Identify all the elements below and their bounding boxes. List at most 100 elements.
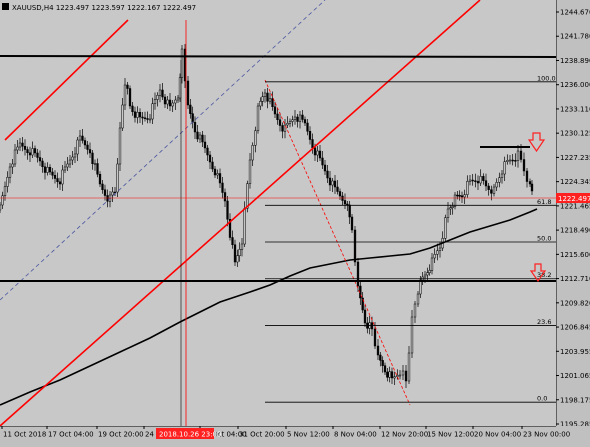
candle-body xyxy=(404,370,408,382)
candle-body xyxy=(191,113,194,123)
candle-body xyxy=(522,159,526,172)
candle-body xyxy=(33,148,37,154)
candle-body xyxy=(288,121,292,124)
time-tick-label: 5 Nov 12:00 xyxy=(287,431,330,439)
candle-body xyxy=(161,89,164,98)
chart-window[interactable]: 100.0 61.8 50.0 38.2 23.6 0.0 XAUUSD,H4 1223.… xyxy=(0,0,590,443)
candle-body xyxy=(56,178,59,182)
candle-body xyxy=(193,122,197,133)
candle-body xyxy=(189,104,192,114)
candle-body xyxy=(259,101,262,107)
candle-body xyxy=(138,112,142,118)
candle-body xyxy=(153,99,157,104)
candle-body xyxy=(458,195,461,197)
candle-body xyxy=(23,146,27,150)
candle-body xyxy=(516,150,520,161)
candle-body xyxy=(126,84,129,89)
candle-body xyxy=(136,112,139,118)
candle-body xyxy=(58,181,62,185)
time-tick-label: 17 Oct 04:00 xyxy=(48,431,94,439)
current-price-tag: 1222.497 xyxy=(556,193,590,203)
symbol-menu-icon[interactable] xyxy=(2,3,9,10)
candle-body xyxy=(316,150,319,156)
price-tick-label: 1241.780 xyxy=(560,33,590,41)
candle-body xyxy=(343,200,347,205)
candle-body xyxy=(323,164,327,172)
time-axis[interactable]: 11 Oct 201817 Oct 04:0019 Oct 20:0024 Oc… xyxy=(0,425,590,443)
price-tick-label: 1209.820 xyxy=(560,299,590,307)
candle-body xyxy=(428,270,431,273)
candle-body xyxy=(273,106,277,115)
candle-body xyxy=(407,352,411,382)
candle-body xyxy=(379,354,382,361)
candle-body xyxy=(466,181,469,195)
candle-body xyxy=(81,135,84,141)
price-tick-label: 1230.125 xyxy=(560,130,590,138)
fib-level-label: 61.8 xyxy=(537,198,551,206)
candle-body xyxy=(514,160,517,162)
candle-body xyxy=(293,116,297,120)
candle-body xyxy=(500,173,504,178)
candle-body xyxy=(53,175,57,179)
candle-body xyxy=(301,114,304,120)
candle-body xyxy=(76,139,79,155)
candle-body xyxy=(263,92,267,97)
candle-body xyxy=(103,189,107,196)
candle-body xyxy=(456,194,459,197)
candle-body xyxy=(528,181,532,185)
candle-body xyxy=(123,84,127,106)
candle-body xyxy=(356,261,360,287)
time-tick-label: 20 Nov 04:00 xyxy=(474,431,521,439)
candle-body xyxy=(211,161,214,170)
price-tick-label: 1203.955 xyxy=(560,348,590,356)
candle-body xyxy=(223,192,227,202)
candle-body xyxy=(350,216,354,231)
fib-level-label: 100.0 xyxy=(537,74,556,82)
candle-body xyxy=(508,159,512,162)
candle-body xyxy=(248,159,252,184)
candle-body xyxy=(243,208,246,245)
candle-body xyxy=(13,149,17,165)
fib-level-label: 50.0 xyxy=(537,235,551,243)
candle-body xyxy=(63,166,67,171)
candle-body xyxy=(36,152,39,158)
candle-body xyxy=(503,161,506,175)
candle-body xyxy=(98,174,102,185)
candle-body xyxy=(73,153,77,158)
candle-body xyxy=(186,80,190,106)
candle-body xyxy=(48,167,52,173)
price-tick-label: 1244.670 xyxy=(560,9,590,17)
candle-body xyxy=(240,243,244,250)
candle-body xyxy=(506,160,509,162)
candle-body xyxy=(338,191,342,197)
price-axis[interactable]: 1244.670 1241.780 1238.890 1236.000 1233.110… xyxy=(555,0,590,429)
candle-body xyxy=(148,118,152,121)
time-tick-label: 15 Nov 12:00 xyxy=(427,431,474,439)
candle-body xyxy=(492,186,496,194)
candle-body xyxy=(16,146,19,151)
candle-body xyxy=(143,117,147,119)
candle-body xyxy=(487,185,490,190)
candle-body xyxy=(88,149,92,154)
candle-body xyxy=(176,97,180,101)
candle-body xyxy=(0,204,2,211)
candle-body xyxy=(93,163,97,165)
price-tick-label: 1198.175 xyxy=(560,396,590,404)
candle-body xyxy=(313,147,317,156)
candle-body xyxy=(451,206,454,208)
candle-body xyxy=(482,176,485,181)
candle-body xyxy=(438,247,442,251)
time-tick-label: 31 Oct 20:00 xyxy=(239,431,285,439)
candle-body xyxy=(370,322,374,330)
candle-body xyxy=(433,254,436,259)
moving-average-line xyxy=(0,208,538,406)
candle-body xyxy=(51,171,54,176)
candle-body xyxy=(353,229,357,263)
candle-body xyxy=(453,194,457,207)
candle-body xyxy=(386,371,389,378)
candle-body xyxy=(348,204,351,218)
price-plot-area[interactable]: 100.0 61.8 50.0 38.2 23.6 0.0 XAUUSD,H4 1223.… xyxy=(0,0,556,426)
candlestick-series xyxy=(0,44,534,388)
candle-body xyxy=(18,142,22,148)
candle-body xyxy=(121,104,124,129)
